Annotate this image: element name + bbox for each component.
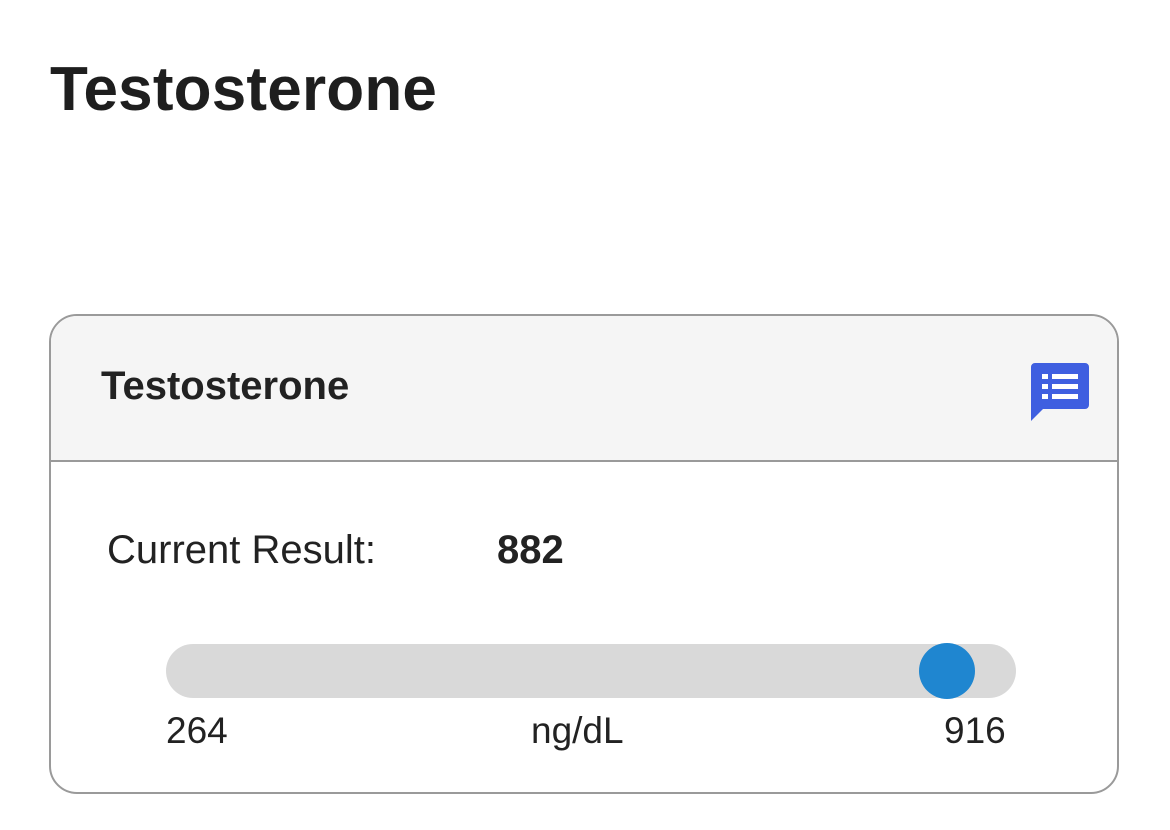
list-comment-icon[interactable] [1029, 361, 1091, 423]
range-max-label: 916 [944, 710, 1006, 751]
page-title: Testosterone [50, 55, 438, 124]
range-unit-text: ng/dL [531, 710, 624, 751]
card-title: Testosterone [101, 364, 350, 408]
range-track [166, 643, 1016, 699]
current-result-value: 882 [497, 528, 564, 572]
current-result-label: Current Result: [107, 528, 376, 572]
result-card: Testosterone Current Result: 882 264 ng/… [49, 314, 1119, 794]
range-marker [919, 643, 976, 699]
range-min-label: 264 [166, 710, 228, 751]
card-header: Testosterone [51, 316, 1117, 462]
